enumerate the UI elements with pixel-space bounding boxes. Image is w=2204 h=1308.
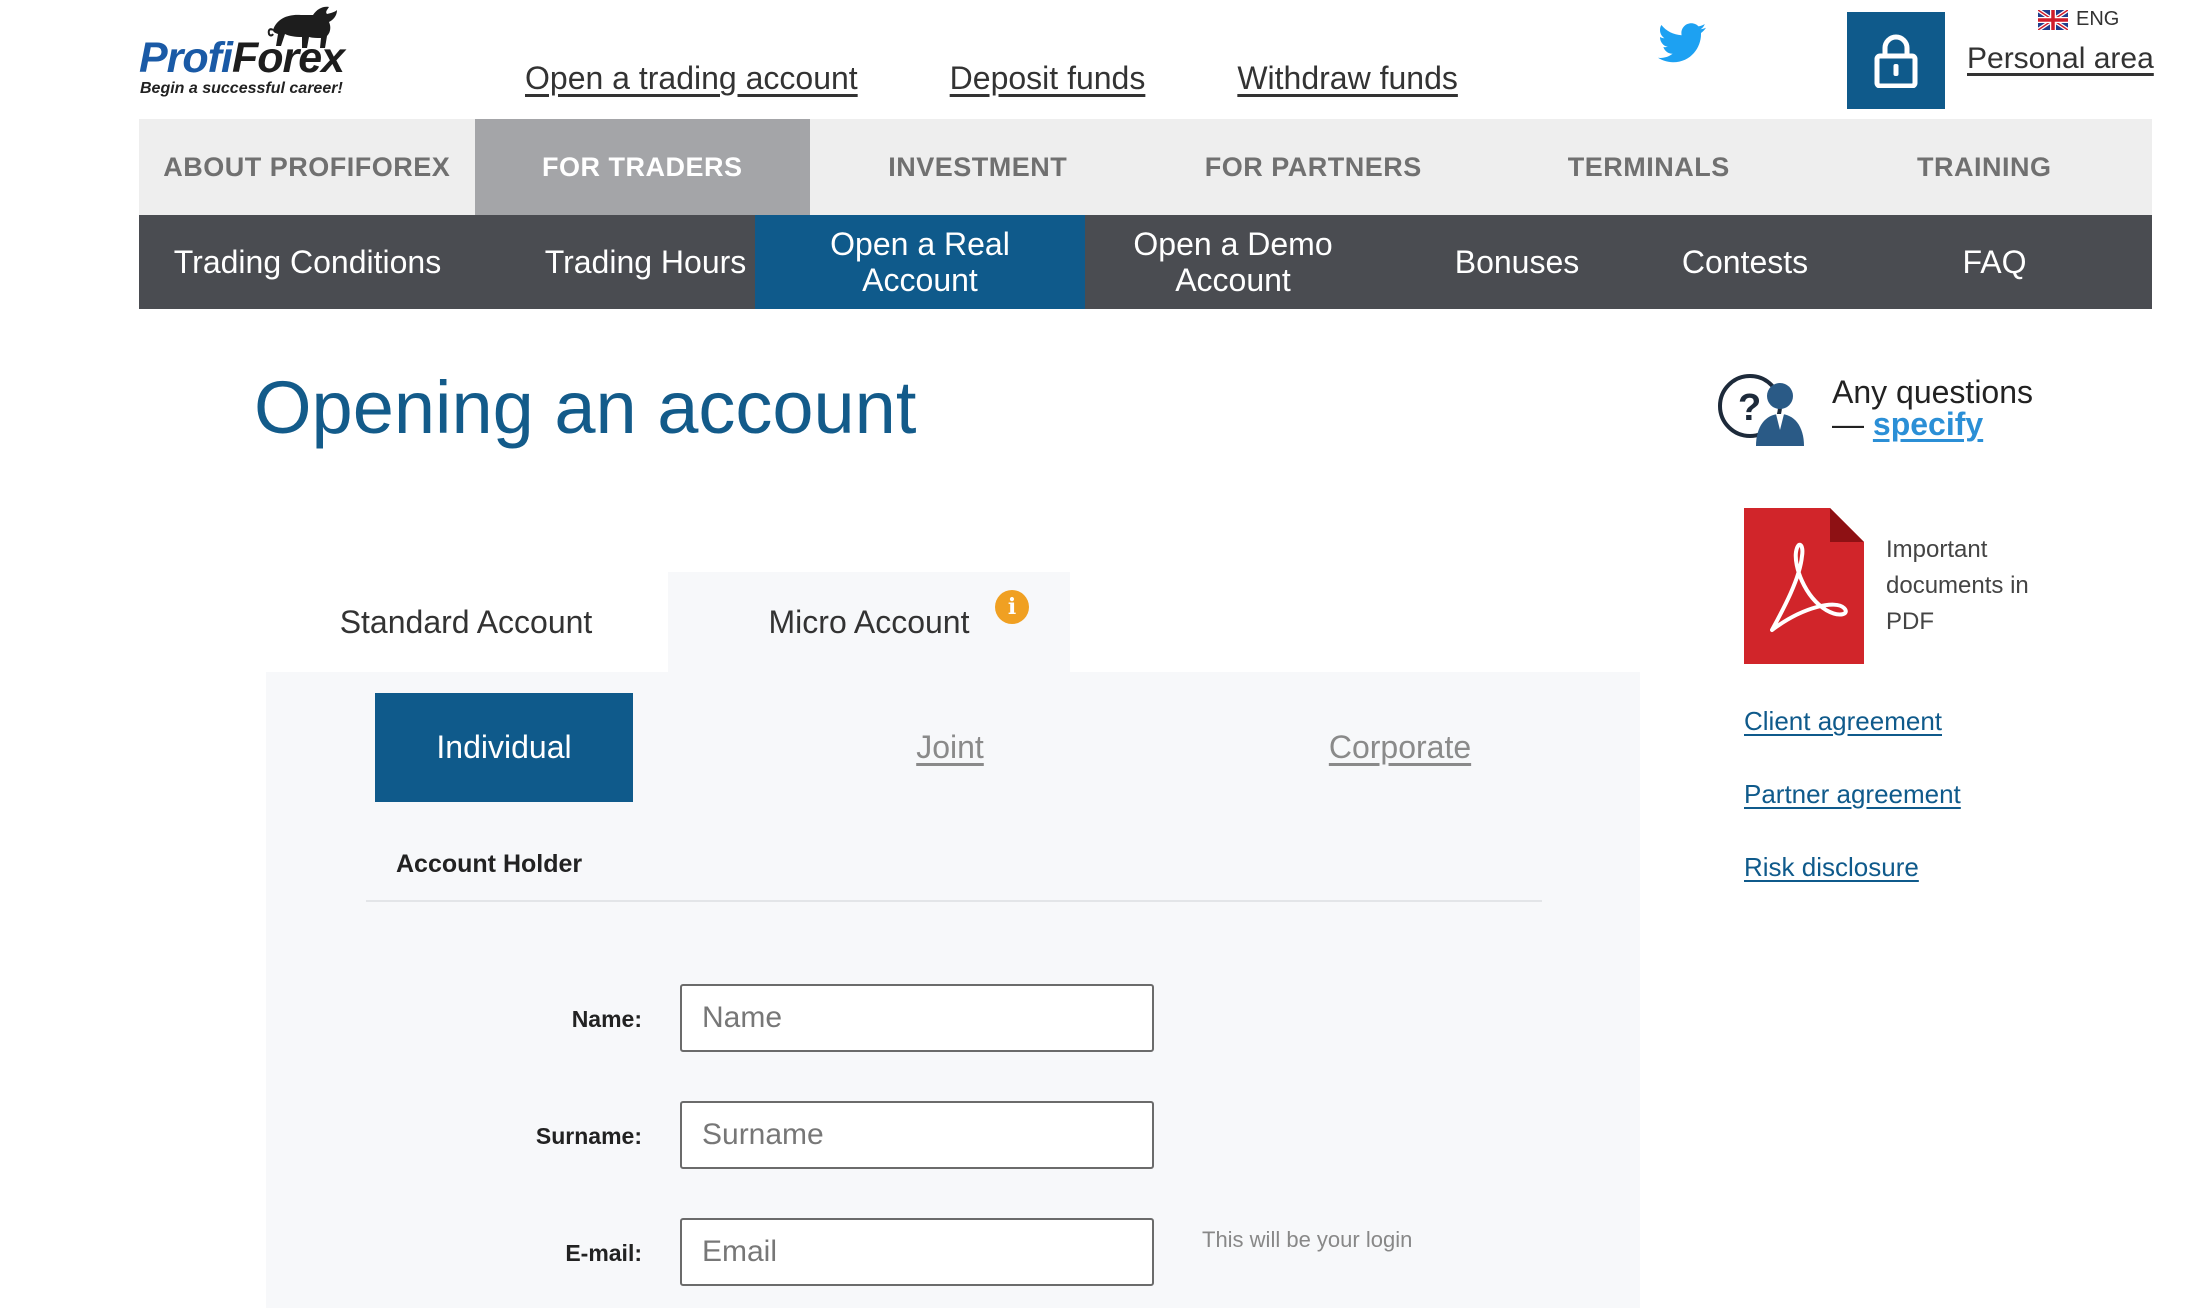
open-trading-account-link[interactable]: Open a trading account xyxy=(525,60,858,97)
name-input[interactable] xyxy=(680,984,1154,1052)
name-label: Name: xyxy=(571,1006,642,1032)
questions-label: Any questions xyxy=(1832,374,2034,410)
surname-input[interactable] xyxy=(680,1101,1154,1169)
subnav-bonuses[interactable]: Bonuses xyxy=(1381,215,1653,309)
nav-training[interactable]: TRAINING xyxy=(1817,119,2153,215)
profiforex-logo[interactable]: ProfiForex Begin a successful career! xyxy=(139,0,349,104)
deposit-funds-link[interactable]: Deposit funds xyxy=(950,60,1146,97)
subnav-open-real-account[interactable]: Open a Real Account xyxy=(755,215,1085,309)
questions-dash: — xyxy=(1832,406,1873,442)
email-hint: This will be your login xyxy=(1202,1227,1413,1252)
language-selector[interactable]: ENG xyxy=(2038,8,2119,31)
surname-label: Surname: xyxy=(535,1123,642,1149)
subnav-open-demo-account[interactable]: Open a Demo Account xyxy=(1085,215,1381,309)
withdraw-funds-link[interactable]: Withdraw funds xyxy=(1237,60,1458,97)
pdf-icon[interactable] xyxy=(1744,508,1864,664)
logo-slogan: Begin a successful career! xyxy=(140,80,343,97)
uk-flag-icon xyxy=(2038,9,2068,30)
email-label: E-mail: xyxy=(565,1240,642,1266)
specify-link[interactable]: specify xyxy=(1873,406,1983,442)
subnav-trading-conditions[interactable]: Trading Conditions xyxy=(139,215,476,309)
nav-terminals[interactable]: TERMINALS xyxy=(1481,119,1817,215)
logo-wordmark: ProfiForex xyxy=(139,34,345,82)
language-label: ENG xyxy=(2076,8,2120,30)
main-navigation: ABOUT PROFIFOREX FOR TRADERS INVESTMENT … xyxy=(139,119,2152,215)
nav-for-partners[interactable]: FOR PARTNERS xyxy=(1146,119,1482,215)
info-icon[interactable]: i xyxy=(995,590,1029,624)
pdf-documents-label: Important documents in PDF xyxy=(1886,536,2029,635)
personal-area-lock-button[interactable] xyxy=(1847,12,1945,109)
nav-for-traders[interactable]: FOR TRADERS xyxy=(474,119,810,215)
nav-about-profiforex[interactable]: ABOUT PROFIFOREX xyxy=(139,119,475,215)
svg-text:?: ? xyxy=(1738,387,1761,429)
tab-standard-account[interactable]: Standard Account xyxy=(266,572,666,672)
email-input[interactable] xyxy=(680,1218,1154,1286)
support-question-icon: ? xyxy=(1718,374,1804,446)
risk-disclosure-link[interactable]: Risk disclosure xyxy=(1744,852,1919,883)
account-type-corporate[interactable]: Corporate xyxy=(1300,693,1500,802)
section-divider xyxy=(366,900,1542,902)
partner-agreement-link[interactable]: Partner agreement xyxy=(1744,779,1961,810)
client-agreement-link[interactable]: Client agreement xyxy=(1744,706,1942,737)
questions-block: Any questions — specify xyxy=(1832,376,2033,440)
section-title-account-holder: Account Holder xyxy=(396,850,583,878)
top-links: Open a trading account Deposit funds Wit… xyxy=(525,60,1458,97)
sub-navigation: Trading Conditions Trading Hours Open a … xyxy=(139,215,2152,309)
account-type-individual[interactable]: Individual xyxy=(375,693,633,802)
account-type-joint[interactable]: Joint xyxy=(870,693,1030,802)
lock-icon xyxy=(1874,34,1918,88)
subnav-faq[interactable]: FAQ xyxy=(1837,215,2152,309)
page-title: Opening an account xyxy=(254,366,917,449)
personal-area-link[interactable]: Personal area xyxy=(1967,42,2154,76)
twitter-icon[interactable] xyxy=(1658,22,1706,64)
subnav-contests[interactable]: Contests xyxy=(1653,215,1837,309)
nav-investment[interactable]: INVESTMENT xyxy=(810,119,1146,215)
